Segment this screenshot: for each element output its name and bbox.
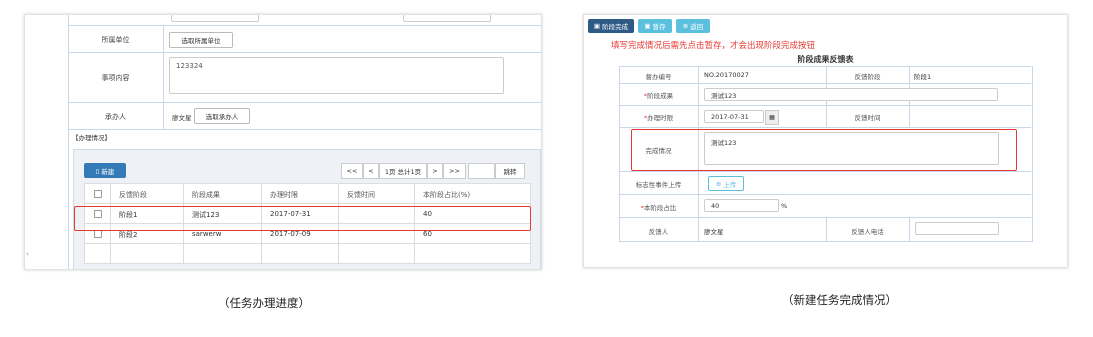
feedback-stage-value: 阶段1 <box>914 73 932 81</box>
select-unit-button[interactable]: 选取所属单位 <box>169 32 233 48</box>
ratio-unit: % <box>781 202 788 210</box>
ratio-label-text: 本阶段占比 <box>643 204 677 212</box>
pager-next[interactable]: > <box>427 163 443 179</box>
upload-button-label: 上传 <box>723 180 737 189</box>
row-divider <box>68 129 541 130</box>
pager-goto-input[interactable] <box>468 163 495 179</box>
cell: 阶段2 <box>119 231 138 239</box>
stage-complete-button[interactable]: ▣ 阶段完成 <box>588 19 634 33</box>
supervise-no-label: 督办编号 <box>645 73 672 81</box>
feedback-stage-label: 反馈阶段 <box>854 73 881 81</box>
attachment-label: 标志性事件上传 <box>635 181 682 189</box>
deadline-label: *办理时限 <box>643 114 674 122</box>
pager-info: 1页 总计1页 <box>379 163 427 179</box>
temp-save-button[interactable]: ▣ 暂存 <box>638 19 672 33</box>
unit-row: 所属单位 选取所属单位 <box>68 25 541 53</box>
collapse-arrow-icon[interactable]: ‹ <box>26 250 29 258</box>
col-header: 阶段成果 <box>192 191 220 199</box>
new-button-label: 新建 <box>101 167 115 176</box>
feedback-phone-label: 反馈人电话 <box>851 228 884 236</box>
ratio-label: *本阶段占比 <box>640 204 677 212</box>
notice-text: 填写完成情况后需先点击暂存，才会出现阶段完成按钮 <box>611 41 816 51</box>
save-icon: ▣ <box>593 22 601 30</box>
cell: sarwerw <box>192 230 222 238</box>
cell: 60 <box>423 230 432 238</box>
feedback-person-label: 反馈人 <box>648 228 669 236</box>
truncated-field <box>171 15 259 22</box>
deadline-input[interactable]: 2017-07-31 <box>704 110 764 123</box>
upload-button[interactable]: ⊕ 上传 <box>708 176 744 191</box>
content-textarea[interactable]: 123324 <box>169 57 504 94</box>
right-caption: （新建任务完成情况） <box>782 293 897 307</box>
deadline-label-text: 办理时限 <box>647 114 674 122</box>
feedback-time-label: 反馈时间 <box>854 114 881 122</box>
result-input[interactable]: 测试123 <box>704 88 998 101</box>
col-header: 反馈阶段 <box>119 191 147 199</box>
unit-label: 所属单位 <box>68 26 164 53</box>
back-label: 返回 <box>690 23 704 31</box>
feedback-person-value: 廖文星 <box>704 228 724 236</box>
highlight-box <box>631 129 1017 171</box>
content-row: 事项内容 123324 <box>68 52 541 103</box>
truncated-field <box>403 15 491 22</box>
back-button[interactable]: ⊕ 返回 <box>676 19 710 33</box>
form-title: 阶段成果反馈表 <box>797 55 854 64</box>
col-header: 反馈时间 <box>347 191 375 199</box>
left-nav-strip: ‹ <box>25 15 69 269</box>
highlight-box <box>74 206 531 231</box>
col-header: 办理时限 <box>270 191 298 199</box>
cell: 2017-07-09 <box>270 230 311 238</box>
pager-goto-button[interactable]: 跳转 <box>495 163 525 179</box>
result-label: *阶段成果 <box>643 92 674 100</box>
left-caption: （任务办理进度） <box>218 296 310 310</box>
col-header: 本阶段占比(%) <box>423 191 471 199</box>
section-title: 【办理情况】 <box>72 134 111 142</box>
pager-prev[interactable]: < <box>363 163 379 179</box>
supervise-no-value: NO.20170027 <box>704 71 749 79</box>
pager-first[interactable]: << <box>341 163 363 179</box>
handler-label: 承办人 <box>68 103 164 130</box>
handler-value: 廖文星 <box>172 114 192 122</box>
calendar-icon[interactable]: ▦ <box>765 110 779 125</box>
row-checkbox[interactable] <box>94 230 102 238</box>
select-handler-button[interactable]: 选取承办人 <box>194 108 250 124</box>
stage-feedback-screenshot: ▣ 阶段完成 ▣ 暂存 ⊕ 返回 填写完成情况后需先点击暂存，才会出现阶段完成按钮 阶… <box>583 14 1068 268</box>
upload-icon: ⊕ <box>715 179 722 188</box>
result-label-text: 阶段成果 <box>647 92 674 100</box>
handler-row: 承办人 廖文星 选取承办人 <box>68 102 541 130</box>
select-all-checkbox[interactable] <box>94 190 102 198</box>
content-label: 事项内容 <box>68 53 164 103</box>
task-progress-screenshot: ‹ 所属单位 选取所属单位 事项内容 123324 承办人 廖文星 选取承办人 … <box>24 14 542 270</box>
back-icon: ⊕ <box>682 22 689 30</box>
temp-save-label: 暂存 <box>652 23 666 31</box>
new-button[interactable]: ▯ 新建 <box>84 163 126 178</box>
pager-last[interactable]: >> <box>443 163 466 179</box>
feedback-phone-input[interactable] <box>915 222 999 235</box>
ratio-input[interactable]: 40 <box>704 199 779 212</box>
file-icon: ▯ <box>95 166 100 175</box>
stage-complete-label: 阶段完成 <box>602 23 629 31</box>
save-icon: ▣ <box>644 22 651 30</box>
